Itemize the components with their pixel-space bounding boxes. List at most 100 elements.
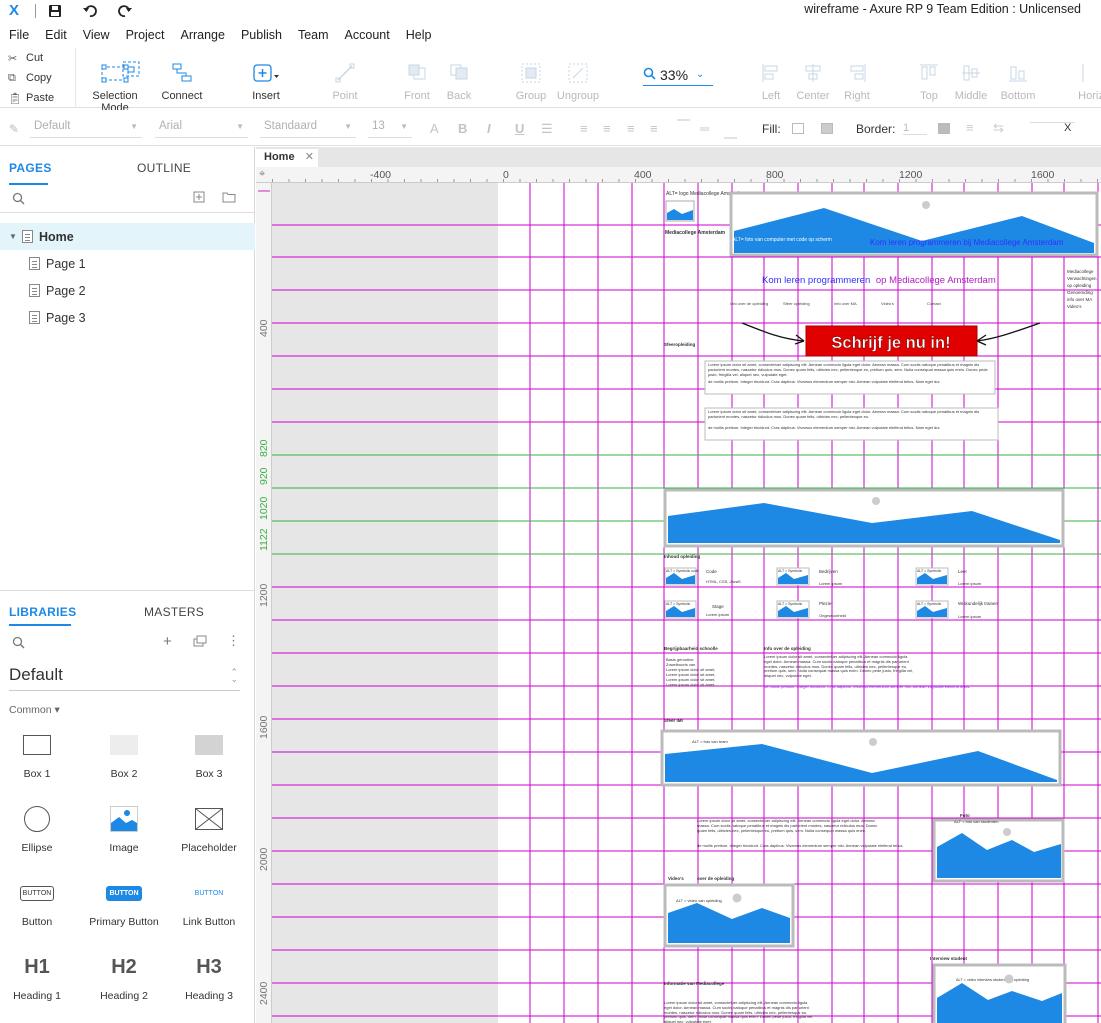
arrow-style-icon[interactable]: ⇆ [993,120,1004,136]
text-color-icon[interactable]: A [430,121,439,136]
nav-item[interactable]: Sfeer opleiding [783,301,810,306]
text-justify-icon[interactable]: ≡ [650,121,658,136]
menu-account[interactable]: Account [337,28,398,42]
style-select[interactable]: Default ▼ [30,120,142,138]
side-link[interactable]: Video's [1067,304,1082,309]
border-color-swatch[interactable] [938,123,950,134]
insert-button[interactable]: Insert [248,58,284,102]
menu-file[interactable]: File [0,28,37,42]
italic-icon[interactable]: I [487,121,491,136]
page-item-page-2[interactable]: Page 2 [0,277,255,304]
widget-heading-3[interactable]: H3 Heading 3 [166,949,252,1003]
widget-placeholder[interactable]: Placeholder [166,801,252,854]
pages-search[interactable] [0,187,255,213]
add-library-icon[interactable]: + [163,633,172,650]
widget-link-button[interactable]: BUTTON Link Button [166,875,252,929]
bold-icon[interactable]: B [458,121,467,136]
copy-button[interactable]: ⧉ Copy [0,68,75,88]
align-top-button[interactable]: Top [912,58,946,102]
text-align-left-icon[interactable]: ≡ [580,121,588,136]
collapse-triangle-icon[interactable]: ▼ [9,232,19,241]
fill-gradient-swatch[interactable] [821,123,833,134]
menu-view[interactable]: View [75,28,118,42]
widget-box-2[interactable]: Box 2 [81,727,167,780]
library-select[interactable]: Default ⌃ ⌄ [9,665,240,691]
paste-button[interactable]: 📋︎ Paste [0,88,75,108]
page-item-page-1[interactable]: Page 1 [0,250,255,277]
widget-primary-button[interactable]: BUTTON Primary Button [81,875,167,928]
font-size-select[interactable]: 13 ▼ [368,120,412,138]
connect-button[interactable]: Connect [160,58,204,102]
bullet-list-icon[interactable]: ☰ [541,121,553,137]
more-icon[interactable]: ⋮ [227,633,240,649]
back-button[interactable]: Back [442,58,476,102]
search-icon[interactable] [12,192,25,208]
tab-pages[interactable]: PAGES [9,161,52,175]
side-link[interactable]: info over MA [1067,297,1092,302]
border-style-icon[interactable]: ≡ [966,120,974,135]
front-button[interactable]: Front [400,58,434,102]
align-left-button[interactable]: Left [754,58,788,102]
menu-edit[interactable]: Edit [37,28,75,42]
zoom-control[interactable]: 33% ⌄ [643,64,713,86]
nav-item[interactable]: Info over de opleiding [730,301,768,306]
page-item-home[interactable]: ▼ Home [0,223,255,250]
design-canvas[interactable]: ALT= logo Mediacollege Amsterdam Mediaco… [272,183,1101,1023]
undo-icon[interactable] [81,3,99,19]
nav-item[interactable]: Info over MA [834,301,857,306]
tab-masters[interactable]: MASTERS [144,605,204,619]
widget-ellipse[interactable]: Ellipse [0,801,80,854]
redo-icon[interactable] [116,3,134,19]
underline-icon[interactable]: U [515,121,524,136]
valign-bottom-icon[interactable]: ⎽ [724,124,737,140]
nav-item[interactable]: Video's [881,301,894,306]
group-button[interactable]: Group [514,58,548,102]
library-search[interactable]: + ⋮ [0,631,255,657]
border-width-input[interactable]: 1 [903,122,927,135]
align-middle-button[interactable]: Middle [954,58,988,102]
nav-item[interactable]: Contact [927,301,942,306]
ungroup-button[interactable]: Ungroup [556,58,600,102]
cut-button[interactable]: ✂ Cut [0,48,75,68]
side-link[interactable]: Genoemding [1067,290,1093,295]
tab-home[interactable]: Home ✕ [256,149,318,167]
point-button[interactable]: Point [328,58,362,102]
font-family-select[interactable]: Arial ▼ [155,120,248,138]
align-center-button[interactable]: Center [796,58,830,102]
fill-color-swatch[interactable] [792,123,804,134]
menu-team[interactable]: Team [290,28,337,42]
selection-mode-button[interactable]: Selection Mode [80,58,150,114]
page-item-page-3[interactable]: Page 3 [0,304,255,331]
menu-project[interactable]: Project [118,28,173,42]
side-link[interactable]: Verwachtingen [1067,276,1097,281]
menu-arrange[interactable]: Arrange [172,28,232,42]
widget-image[interactable]: Image [81,801,167,854]
library-category[interactable]: Common ▾ [9,704,60,716]
widget-heading-2[interactable]: H2 Heading 2 [81,949,167,1003]
save-icon[interactable] [46,3,64,19]
align-bottom-button[interactable]: Bottom [998,58,1038,102]
add-folder-icon[interactable] [222,191,236,206]
side-link[interactable]: op opleiding [1067,283,1092,288]
side-link[interactable]: Mediacollege [1067,269,1094,274]
text-align-center-icon[interactable]: ≡ [603,121,611,136]
add-page-icon[interactable] [193,191,205,206]
valign-middle-icon[interactable]: ═ [700,121,709,136]
close-icon[interactable]: ✕ [305,150,314,163]
menu-publish[interactable]: Publish [233,28,290,42]
valign-top-icon[interactable]: ⎺ [677,118,690,134]
style-painter-icon[interactable]: ✎ [9,122,19,136]
menu-help[interactable]: Help [398,28,440,42]
text-align-right-icon[interactable]: ≡ [627,121,635,136]
tab-libraries[interactable]: LIBRARIES [9,605,76,619]
align-right-button[interactable]: Right [840,58,874,102]
font-weight-select[interactable]: Standaard ▼ [260,120,356,138]
distribute-horizontal-button[interactable]: Horiz [1074,58,1101,102]
widget-button[interactable]: BUTTON Button [0,875,80,928]
tab-outline[interactable]: OUTLINE [137,161,191,175]
widget-box-1[interactable]: Box 1 [0,727,80,780]
library-options-icon[interactable] [193,635,207,650]
search-icon[interactable] [12,636,25,652]
widget-heading-1[interactable]: H1 Heading 1 [0,949,80,1003]
widget-box-3[interactable]: Box 3 [166,727,252,780]
